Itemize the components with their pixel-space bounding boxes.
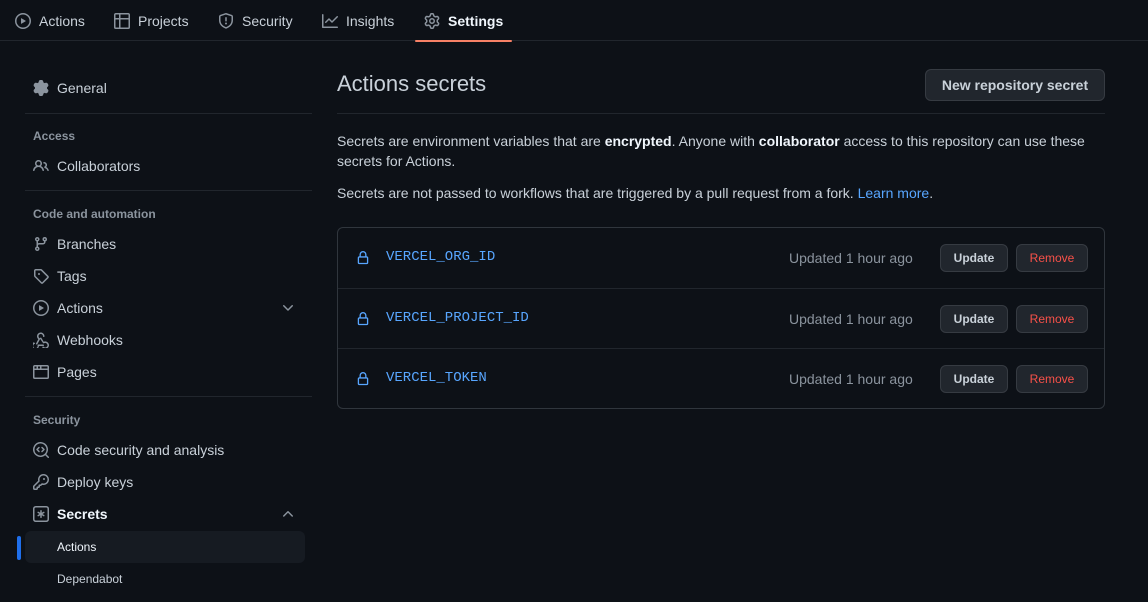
lock-icon <box>357 372 369 386</box>
remove-button[interactable]: Remove <box>1016 244 1088 272</box>
sidebar-heading-access: Access <box>33 129 76 143</box>
sidebar-divider <box>25 113 312 114</box>
update-button[interactable]: Update <box>940 305 1008 333</box>
play-icon <box>33 300 49 316</box>
sidebar-divider <box>25 190 312 191</box>
desc-emphasis: collaborator <box>758 133 840 149</box>
new-repository-secret-button[interactable]: New repository secret <box>925 69 1105 101</box>
sidebar-item-branches[interactable]: Branches <box>25 228 305 260</box>
sidebar-subitem-actions[interactable]: Actions <box>25 531 305 563</box>
sidebar-item-tags[interactable]: Tags <box>25 260 305 292</box>
sidebar-item-label: General <box>57 80 107 96</box>
sidebar-subitem-dependabot[interactable]: Dependabot <box>25 563 305 595</box>
sidebar-item-collaborators[interactable]: Collaborators <box>25 150 305 182</box>
sidebar-item-label: Actions <box>57 300 103 316</box>
page-title: Actions secrets <box>337 71 487 96</box>
sidebar-heading-code-automation: Code and automation <box>33 207 156 221</box>
lock-icon <box>357 251 369 265</box>
tab-label: Projects <box>138 12 189 29</box>
secret-updated: Updated 1 hour ago <box>789 311 913 327</box>
sidebar-item-label: Deploy keys <box>57 474 134 490</box>
tag-icon <box>34 269 49 284</box>
table-icon <box>114 12 130 29</box>
main-content: Actions secrets New repository secret Se… <box>337 0 1105 602</box>
chevron-up-icon[interactable] <box>280 506 296 522</box>
remove-button[interactable]: Remove <box>1016 365 1088 393</box>
sidebar-item-actions[interactable]: Actions <box>25 292 305 324</box>
secrets-list: VERCEL_ORG_ID Updated 1 hour ago Update … <box>337 227 1105 409</box>
play-icon <box>15 12 31 29</box>
chevron-down-icon[interactable] <box>280 300 296 316</box>
desc-text: . <box>929 185 934 201</box>
sidebar-item-label: Secrets <box>57 506 108 522</box>
title-divider <box>337 113 1105 114</box>
secret-name: VERCEL_PROJECT_ID <box>386 310 529 326</box>
desc-text: . Anyone with <box>671 133 759 149</box>
sidebar-item-label: Pages <box>57 364 97 380</box>
people-icon <box>33 159 49 172</box>
codescan-icon <box>33 442 49 458</box>
sidebar-subitem-label: Dependabot <box>57 572 123 586</box>
sidebar-heading-security: Security <box>33 413 81 427</box>
update-button[interactable]: Update <box>940 244 1008 272</box>
selected-indicator <box>17 536 21 560</box>
sidebar-item-label: Webhooks <box>57 332 123 348</box>
secret-row: VERCEL_PROJECT_ID Updated 1 hour ago Upd… <box>338 288 1104 348</box>
sidebar-item-general[interactable]: General <box>25 72 305 104</box>
desc-text: Secrets are not passed to workflows that… <box>337 185 858 201</box>
sidebar-item-label: Branches <box>57 236 117 252</box>
graph-icon <box>322 13 338 28</box>
sidebar-item-webhooks[interactable]: Webhooks <box>25 324 305 356</box>
sidebar-item-label: Collaborators <box>57 158 141 174</box>
sidebar-subitem-label: Actions <box>57 540 97 554</box>
desc-text: Secrets are environment variables that a… <box>337 133 605 149</box>
key-asterisk-icon <box>33 506 49 522</box>
tab-actions[interactable]: Actions <box>15 0 85 41</box>
fork-note: Secrets are not passed to workflows that… <box>337 183 1105 203</box>
remove-button[interactable]: Remove <box>1016 305 1088 333</box>
key-icon <box>33 474 49 490</box>
secret-name: VERCEL_TOKEN <box>386 370 487 386</box>
sidebar-item-label: Code security and analysis <box>57 442 225 458</box>
secret-name: VERCEL_ORG_ID <box>386 249 496 265</box>
tab-security[interactable]: Security <box>218 0 293 41</box>
sidebar-item-code-security[interactable]: Code security and analysis <box>25 434 305 466</box>
gear-icon <box>33 80 49 96</box>
sidebar-item-pages[interactable]: Pages <box>25 356 305 388</box>
shield-icon <box>219 12 233 29</box>
secret-row: VERCEL_ORG_ID Updated 1 hour ago Update … <box>338 228 1104 288</box>
desc-emphasis: encrypted <box>604 133 672 149</box>
git-branch-icon <box>34 237 47 252</box>
sidebar-divider <box>25 396 312 397</box>
secrets-description: Secrets are environment variables that a… <box>337 131 1105 171</box>
sidebar-item-label: Tags <box>57 268 87 284</box>
browser-icon <box>33 365 49 379</box>
tab-projects[interactable]: Projects <box>114 0 189 41</box>
tab-label: Security <box>242 12 293 29</box>
webhook-icon <box>33 332 49 348</box>
sidebar-item-deploy-keys[interactable]: Deploy keys <box>25 466 305 498</box>
update-button[interactable]: Update <box>940 365 1008 393</box>
learn-more-link[interactable]: Learn more <box>858 185 930 201</box>
secret-row: VERCEL_TOKEN Updated 1 hour ago Update R… <box>338 348 1104 408</box>
secret-updated: Updated 1 hour ago <box>789 250 913 266</box>
secret-updated: Updated 1 hour ago <box>789 371 913 387</box>
sidebar-item-secrets[interactable]: Secrets <box>25 498 305 530</box>
tab-label: Actions <box>39 12 85 29</box>
lock-icon <box>357 312 369 326</box>
